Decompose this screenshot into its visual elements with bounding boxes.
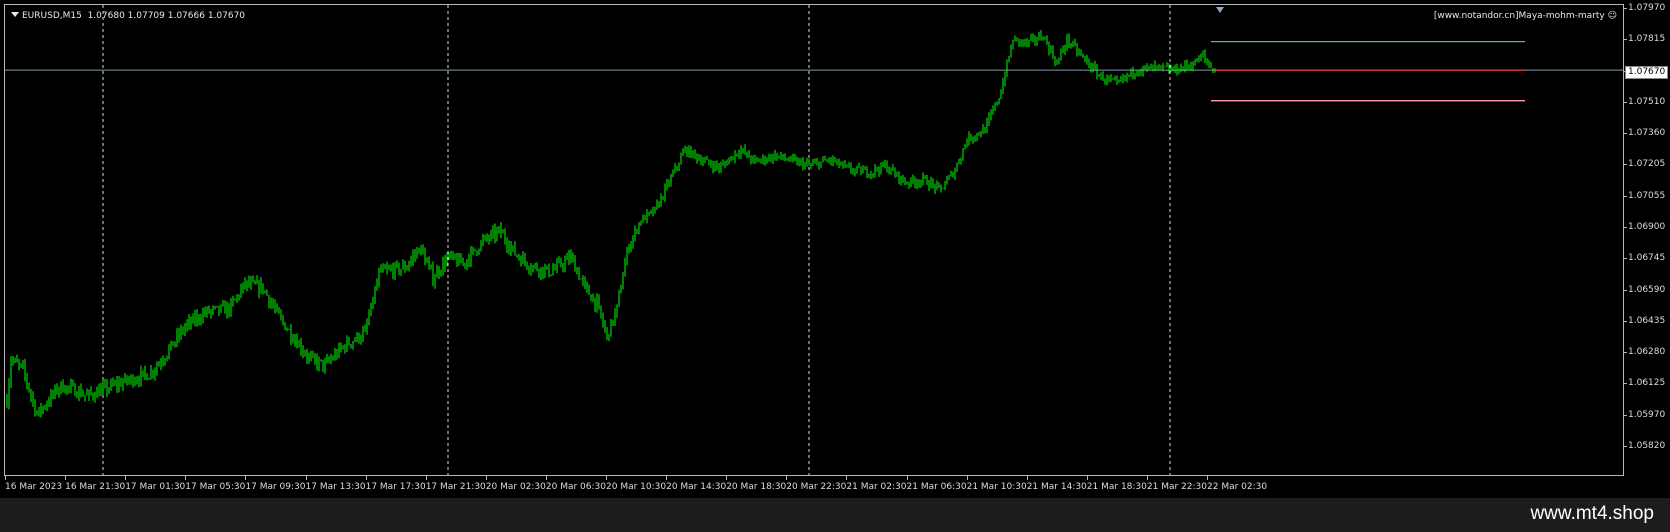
dropdown-triangle-icon[interactable] xyxy=(11,12,19,17)
time-label: 21 Mar 06:30 xyxy=(906,482,967,492)
time-tick xyxy=(906,476,908,480)
time-tick xyxy=(606,476,607,480)
site-url[interactable]: www.mt4.shop xyxy=(1530,503,1654,525)
time-label: 17 Mar 17:30 xyxy=(365,482,426,492)
price-label: 1.06900 xyxy=(1628,222,1666,232)
time-tick xyxy=(786,476,788,480)
time-tick xyxy=(1026,476,1028,480)
time-tick xyxy=(485,476,487,480)
symbol-info: EURUSD,M15 1.07680 1.07709 1.07666 1.076… xyxy=(11,11,245,21)
price-label: 1.07970 xyxy=(1628,3,1666,13)
watermark-text: [www.notandor.cn]Maya-mohm-marty xyxy=(1433,11,1605,21)
bottom-bar: www.mt4.shop xyxy=(0,498,1670,532)
time-tick xyxy=(966,476,968,480)
price-label: 1.06280 xyxy=(1628,347,1666,358)
time-tick xyxy=(425,476,427,480)
price-label: 1.07055 xyxy=(1628,190,1666,201)
time-label: 20 Mar 18:30 xyxy=(726,482,787,492)
time-tick xyxy=(846,476,848,480)
time-tick xyxy=(1207,476,1208,480)
time-label: 21 Mar 02:30 xyxy=(846,482,907,492)
time-label: 17 Mar 13:30 xyxy=(305,482,366,492)
watermark: [www.notandor.cn]Maya-mohm-marty ☺ xyxy=(1434,11,1617,21)
time-label: 21 Mar 14:30 xyxy=(1026,482,1087,492)
price-tick xyxy=(1624,39,1627,41)
time-tick xyxy=(365,476,367,480)
price-label: 1.06435 xyxy=(1628,315,1666,326)
price-tick xyxy=(1624,383,1627,385)
price-scale[interactable]: 1.07970 1.07815 1.07670 1.07510 1.07360 1.072… xyxy=(1624,3,1670,476)
price-label: 1.07510 xyxy=(1628,96,1666,107)
price-tick xyxy=(1624,8,1627,9)
time-label: 21 Mar 22:30 xyxy=(1146,482,1207,492)
time-label: 20 Mar 02:30 xyxy=(485,482,546,492)
time-tick xyxy=(245,476,247,480)
chart-area[interactable]: EURUSD,M15 1.07680 1.07709 1.07666 1.076… xyxy=(4,4,1624,476)
time-label: 17 Mar 05:30 xyxy=(185,482,246,492)
price-tick xyxy=(1624,101,1627,103)
price-tick xyxy=(1624,352,1627,354)
time-label: 21 Mar 10:30 xyxy=(966,482,1027,492)
time-tick xyxy=(125,476,127,480)
price-tick xyxy=(1624,258,1627,260)
time-tick xyxy=(5,476,6,480)
time-label: 20 Mar 22:30 xyxy=(786,482,847,492)
time-tick xyxy=(185,476,187,480)
ohlc-values: 1.07680 1.07709 1.07666 1.07670 xyxy=(87,11,246,21)
price-tick xyxy=(1624,227,1627,228)
price-label: 1.06590 xyxy=(1628,284,1666,295)
price-tick xyxy=(1624,133,1627,135)
time-tick xyxy=(1086,476,1088,480)
price-tick xyxy=(1624,195,1627,197)
time-tick xyxy=(305,476,307,480)
time-label: 20 Mar 14:30 xyxy=(666,482,727,492)
price-label: 1.07815 xyxy=(1628,34,1666,45)
price-label: 1.05970 xyxy=(1628,409,1666,420)
current-price-label: 1.07670 xyxy=(1625,65,1669,79)
smiley-icon: ☺ xyxy=(1607,11,1617,21)
time-tick xyxy=(726,476,728,480)
time-label: 21 Mar 18:30 xyxy=(1086,482,1147,492)
price-tick xyxy=(1624,289,1627,291)
time-tick xyxy=(666,476,668,480)
price-label: 1.07360 xyxy=(1628,128,1666,139)
time-label: 16 Mar 2023 xyxy=(5,482,63,492)
price-tick xyxy=(1624,414,1627,416)
time-label: 20 Mar 10:30 xyxy=(606,482,667,492)
time-tick xyxy=(1146,476,1148,480)
time-label: 22 Mar 02:30 xyxy=(1207,482,1268,492)
shift-marker-icon xyxy=(1216,7,1224,13)
symbol-name: EURUSD,M15 xyxy=(22,11,82,21)
time-tick xyxy=(65,476,67,480)
time-scale[interactable]: 16 Mar 2023 16 Mar 21:30 17 Mar 01:30 17 Ma… xyxy=(4,476,1624,498)
time-label: 16 Mar 21:30 xyxy=(65,482,126,492)
price-chart[interactable] xyxy=(5,5,1623,475)
time-label: 17 Mar 09:30 xyxy=(245,482,306,492)
time-label: 20 Mar 06:30 xyxy=(545,482,606,492)
time-tick xyxy=(545,476,547,480)
price-tick xyxy=(1624,164,1627,166)
time-label: 17 Mar 01:30 xyxy=(125,482,186,492)
price-tick xyxy=(1624,446,1627,447)
price-label: 1.06125 xyxy=(1628,378,1666,389)
price-label: 1.05820 xyxy=(1628,441,1666,451)
price-label: 1.06745 xyxy=(1628,253,1666,264)
price-tick xyxy=(1624,320,1627,322)
price-label: 1.07205 xyxy=(1628,159,1666,170)
time-label: 17 Mar 21:30 xyxy=(425,482,486,492)
